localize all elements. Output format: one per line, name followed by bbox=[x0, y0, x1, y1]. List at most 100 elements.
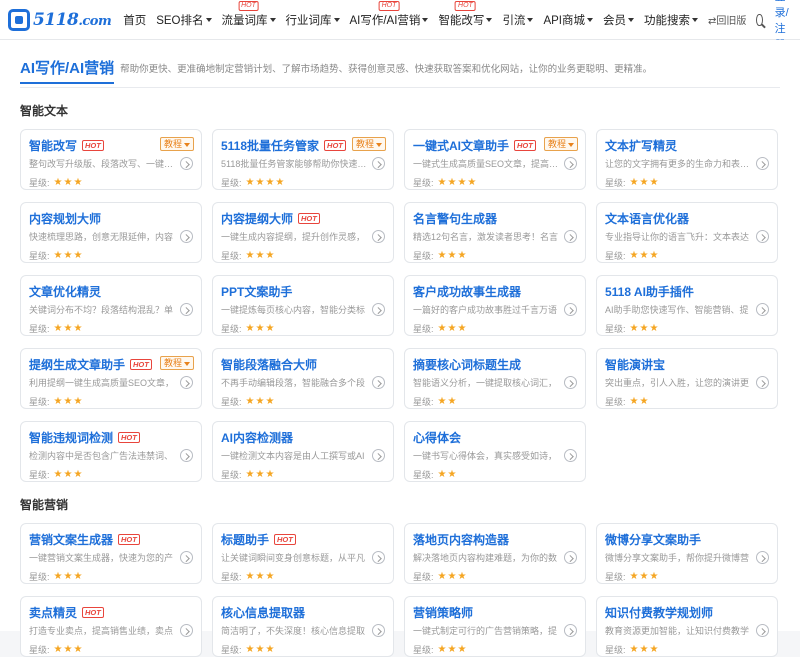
site-logo[interactable]: 5118.com bbox=[8, 8, 112, 31]
chevron-right-icon[interactable] bbox=[564, 551, 577, 564]
tool-card[interactable]: 落地页内容构造器 解决落地页内容构建难题，为你的数 星级: ★★★ bbox=[404, 523, 586, 584]
tool-card-title-text: 内容提纲大师 bbox=[221, 211, 294, 226]
tool-card[interactable]: 文章优化精灵 关键词分布不均？段落结构混乱？单 星级: ★★★ bbox=[20, 275, 202, 336]
tool-card-title: 营销文案生成器 HOT bbox=[29, 531, 194, 547]
tool-card[interactable]: 智能段落融合大师 不再手动编辑段落，智能融合多个段 星级: ★★★ bbox=[212, 348, 394, 409]
chevron-right-icon[interactable] bbox=[180, 376, 193, 389]
nav-item-label: API商城 bbox=[543, 14, 585, 27]
tool-card-title-text: 标题助手 bbox=[221, 532, 270, 547]
chevron-down-icon bbox=[586, 18, 593, 23]
chevron-right-icon[interactable] bbox=[372, 376, 385, 389]
hot-badge: HOT bbox=[378, 0, 400, 11]
rating-label: 星级: bbox=[221, 251, 242, 261]
tool-card[interactable]: 知识付费教学规划师 教育资源更加智能，让知识付费教学 星级: ★★★ bbox=[596, 596, 778, 657]
tool-card[interactable]: 智能演讲宝 突出重点，引人入胜，让您的演讲更 星级: ★★ bbox=[596, 348, 778, 409]
tool-card-title-text: 提纲生成文章助手 bbox=[29, 357, 126, 372]
tool-card[interactable]: 提纲生成文章助手 HOT 教程 利用提纲一键生成高质量SEO文章， 星级: ★★★ bbox=[20, 348, 202, 409]
tutorial-dropdown[interactable]: 教程 bbox=[159, 137, 194, 151]
tool-card[interactable]: 内容规划大师 快速梳理思路，创意无限延伸，内容 星级: ★★★ bbox=[20, 202, 202, 263]
tool-card-description: 不再手动编辑段落，智能融合多个段 bbox=[221, 378, 366, 388]
nav-item-label: SEO排名 bbox=[156, 14, 204, 27]
tool-card-rating: 星级: ★★★ bbox=[29, 468, 194, 481]
nav-item[interactable]: SEO排名 bbox=[156, 12, 212, 28]
tool-card[interactable]: 内容提纲大师 HOT 一键生成内容提纲，提升创作灵感， 星级: ★★★ bbox=[212, 202, 394, 263]
chevron-right-icon[interactable] bbox=[372, 551, 385, 564]
rating-label: 星级: bbox=[221, 324, 242, 334]
tutorial-dropdown[interactable]: 教程 bbox=[159, 356, 194, 370]
hot-badge: HOT bbox=[82, 139, 104, 151]
tool-card[interactable]: 智能改写 HOT 教程 整句改写升级版、段落改写、一键改写 星级: ★★★ bbox=[20, 129, 202, 190]
tool-card[interactable]: 卖点精灵 HOT 打造专业卖点，提高销售业绩，卖点 星级: ★★★ bbox=[20, 596, 202, 657]
tool-card[interactable]: 文本扩写精灵 让您的文字拥有更多的生命力和表现力 星级: ★★★ bbox=[596, 129, 778, 190]
tool-card[interactable]: 微博分享文案助手 微博分享文案助手，帮你提升微博营 星级: ★★★ bbox=[596, 523, 778, 584]
chevron-right-icon[interactable] bbox=[564, 376, 577, 389]
chevron-right-icon[interactable] bbox=[564, 449, 577, 462]
tool-card[interactable]: PPT文案助手 一键提炼每页核心内容，智能分类标 星级: ★★★ bbox=[212, 275, 394, 336]
tool-card-title: 5118 AI助手插件 bbox=[605, 283, 770, 299]
tool-card[interactable]: 5118 AI助手插件 AI助手助您快速写作、智能营销、提 星级: ★★★ bbox=[596, 275, 778, 336]
tool-card-rating: 星级: ★★★ bbox=[605, 643, 770, 656]
old-version-link[interactable]: ⇄回旧版 bbox=[708, 12, 746, 27]
nav-item-label: 引流 bbox=[502, 14, 526, 27]
tool-card-title: 内容规划大师 bbox=[29, 210, 194, 226]
nav-item[interactable]: 行业词库 bbox=[286, 12, 340, 28]
tool-card[interactable]: 营销文案生成器 HOT 一键营销文案生成器，快速为您的产 星级: ★★★ bbox=[20, 523, 202, 584]
hot-badge: HOT bbox=[118, 533, 140, 545]
tool-card[interactable]: 核心信息提取器 简洁明了，不失深度！核心信息提取 星级: ★★★ bbox=[212, 596, 394, 657]
tool-card[interactable]: 5118批量任务管家 HOT 教程 5118批量任务管家能够帮助你快速批量 星级: ★★★… bbox=[212, 129, 394, 190]
chevron-right-icon[interactable] bbox=[372, 449, 385, 462]
chevron-right-icon[interactable] bbox=[372, 230, 385, 243]
section-title: 智能文本 bbox=[20, 104, 69, 118]
star-icon: ★★★ bbox=[53, 323, 84, 334]
chevron-right-icon[interactable] bbox=[180, 230, 193, 243]
tool-card[interactable]: 摘要核心词标题生成 智能语义分析，一键提取核心词汇， 星级: ★★ bbox=[404, 348, 586, 409]
rating-label: 星级: bbox=[605, 324, 626, 334]
tool-card-description: 一键检测文本内容是由人工撰写或AI bbox=[221, 451, 365, 461]
tutorial-dropdown[interactable]: 教程 bbox=[351, 137, 386, 151]
nav-item[interactable]: API商城 bbox=[543, 12, 593, 28]
nav-item[interactable]: 会员 bbox=[603, 12, 634, 28]
chevron-right-icon[interactable] bbox=[756, 551, 769, 564]
chevron-right-icon[interactable] bbox=[564, 157, 577, 170]
tool-card-title-text: 核心信息提取器 bbox=[221, 605, 306, 620]
nav-item[interactable]: 首页 bbox=[123, 12, 146, 28]
nav-item[interactable]: 功能搜索 bbox=[644, 12, 698, 28]
tool-card[interactable]: 文本语言优化器 专业指导让你的语言飞升：文本表达 星级: ★★★ bbox=[596, 202, 778, 263]
chevron-right-icon[interactable] bbox=[180, 303, 193, 316]
chevron-right-icon[interactable] bbox=[180, 449, 193, 462]
tool-card[interactable]: 客户成功故事生成器 一篇好的客户成功故事胜过千言万语 星级: ★★★ bbox=[404, 275, 586, 336]
chevron-right-icon[interactable] bbox=[756, 157, 769, 170]
chevron-right-icon[interactable] bbox=[372, 157, 385, 170]
search-icon[interactable] bbox=[756, 13, 763, 26]
tool-card[interactable]: AI内容检测器 一键检测文本内容是由人工撰写或AI 星级: ★★★ bbox=[212, 421, 394, 482]
tool-card[interactable]: 名言警句生成器 精选12句名言，激发读者思考！名言 星级: ★★★ bbox=[404, 202, 586, 263]
tool-card-title: 落地页内容构造器 bbox=[413, 531, 578, 547]
tool-card[interactable]: 标题助手 HOT 让关键词瞬间变身创意标题，从平凡 星级: ★★★ bbox=[212, 523, 394, 584]
chevron-right-icon[interactable] bbox=[756, 303, 769, 316]
chevron-right-icon[interactable] bbox=[756, 230, 769, 243]
tutorial-dropdown[interactable]: 教程 bbox=[543, 137, 578, 151]
nav-item[interactable]: 引流 bbox=[502, 12, 534, 28]
tool-card[interactable]: 智能违规词检测 HOT 检测内容中是否包含广告法违禁词、 星级: ★★★ bbox=[20, 421, 202, 482]
hot-badge: HOT bbox=[238, 0, 259, 11]
logo-text: 5118.com bbox=[33, 9, 112, 30]
nav-item[interactable]: 智能改写 HOT bbox=[438, 0, 493, 28]
chevron-right-icon[interactable] bbox=[180, 551, 193, 564]
tool-card-description: 智能语义分析，一键提取核心词汇， bbox=[413, 378, 558, 388]
chevron-right-icon[interactable] bbox=[372, 303, 385, 316]
tool-card[interactable]: 一键式AI文章助手 HOT 教程 一键式生成高质量SEO文章，提高搜索 星级: ★★★★ bbox=[404, 129, 586, 190]
tool-card-rating: 星级: ★★ bbox=[413, 395, 578, 408]
tool-card-description: 打造专业卖点，提高销售业绩，卖点 bbox=[29, 626, 174, 636]
tool-card-description: 精选12句名言，激发读者思考！名言 bbox=[413, 232, 559, 242]
tool-card-rating: 星级: ★★★ bbox=[413, 249, 578, 262]
tool-card[interactable]: 营销策略师 一键式制定可行的广告营销策略，提 星级: ★★★ bbox=[404, 596, 586, 657]
tool-card-title-text: 智能违规词检测 bbox=[29, 430, 114, 445]
chevron-right-icon[interactable] bbox=[756, 376, 769, 389]
chevron-right-icon[interactable] bbox=[564, 230, 577, 243]
chevron-right-icon[interactable] bbox=[564, 303, 577, 316]
nav-item[interactable]: 流量词库 HOT bbox=[222, 0, 276, 28]
chevron-right-icon[interactable] bbox=[180, 157, 193, 170]
nav-item[interactable]: AI写作/AI营销 HOT bbox=[350, 0, 429, 28]
tool-card-description: 突出重点，引人入胜，让您的演讲更 bbox=[605, 378, 750, 388]
tool-card[interactable]: 心得体会 一键书写心得体会，真实感受如诗， 星级: ★★ bbox=[404, 421, 586, 482]
